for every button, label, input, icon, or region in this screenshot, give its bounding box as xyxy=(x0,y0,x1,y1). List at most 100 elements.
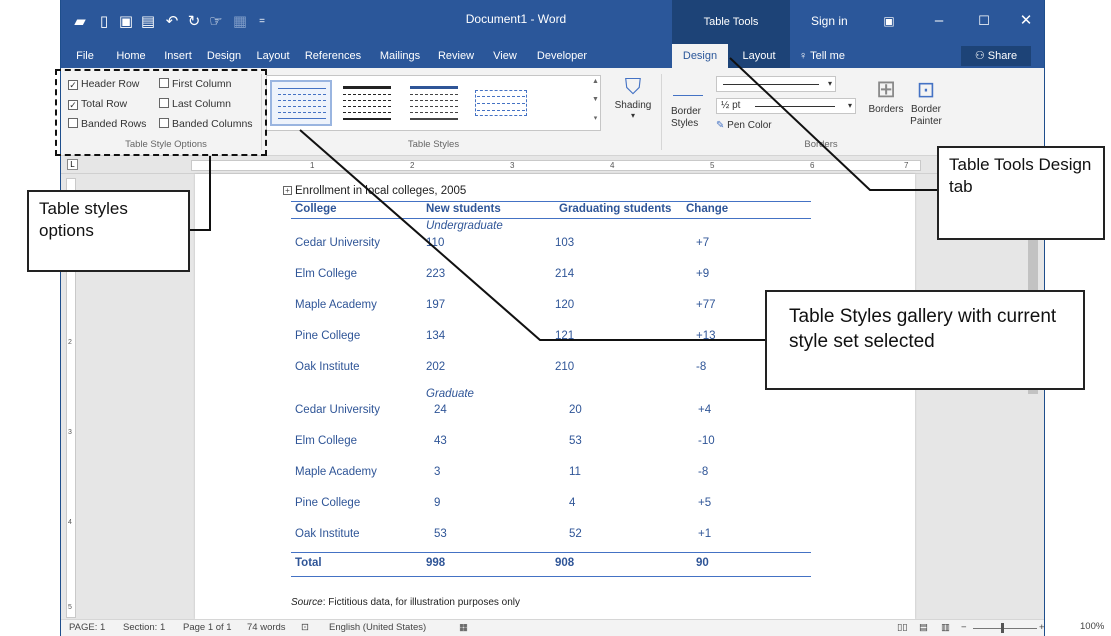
tab-developer[interactable]: Developer xyxy=(529,44,595,68)
share-button[interactable]: ⚇ Share xyxy=(961,46,1031,66)
border-styles-button[interactable]: Border Styles xyxy=(671,106,711,130)
macro-icon[interactable]: ▦ xyxy=(459,622,468,633)
horizontal-ruler[interactable]: 1 2 3 4 5 6 7 xyxy=(191,160,921,171)
ruler-number: 2 xyxy=(410,161,415,170)
number-cell: 20 xyxy=(569,404,582,416)
zoom-out-icon[interactable]: − xyxy=(961,622,967,633)
college-name-cell: Elm College xyxy=(295,435,357,447)
paint-bucket-icon: ⛉ xyxy=(624,74,642,99)
table-top-border xyxy=(291,201,811,202)
undo-icon[interactable]: ↶ xyxy=(163,13,181,31)
shading-button[interactable]: ⛉ Shading ▾ xyxy=(613,74,653,120)
zoom-level[interactable]: 100% xyxy=(1080,621,1104,632)
chevron-down-icon: ▾ xyxy=(847,101,852,110)
tab-references[interactable]: References xyxy=(299,44,367,68)
college-name-cell: Maple Academy xyxy=(295,466,377,478)
table-styles-gallery[interactable]: ▲ ▼ ▾ xyxy=(266,75,601,131)
table-style-swatch[interactable] xyxy=(471,80,533,126)
table-move-handle-icon[interactable]: + xyxy=(283,186,292,195)
tab-review[interactable]: Review xyxy=(431,44,481,68)
maximize-icon[interactable]: ☐ xyxy=(971,10,997,32)
tab-table-layout[interactable]: Layout xyxy=(732,44,786,68)
gallery-more-icon[interactable]: ▾ xyxy=(590,114,601,122)
ribbon-display-icon[interactable]: ▣ xyxy=(876,10,902,32)
number-cell: 134 xyxy=(426,330,446,342)
table-style-swatch[interactable] xyxy=(404,80,466,126)
customize-qat-icon[interactable]: = xyxy=(253,13,271,31)
vertical-scrollbar[interactable] xyxy=(1026,174,1040,619)
pen-icon: ✎ xyxy=(716,120,728,131)
tab-design[interactable]: Design xyxy=(201,44,247,68)
table-style-swatch[interactable] xyxy=(337,80,399,126)
touch-mode-icon[interactable]: ☞ xyxy=(207,13,225,31)
table-caption: Enrollment in local colleges, 2005 xyxy=(295,185,467,197)
language-indicator[interactable]: English (United States) xyxy=(329,622,426,633)
ribbon-tabs: File Home Insert Design Layout Reference… xyxy=(61,44,1044,68)
pen-color-button[interactable]: ✎ Pen Color xyxy=(716,120,772,131)
zoom-slider-thumb[interactable] xyxy=(1001,623,1004,633)
document-page[interactable]: + Enrollment in local colleges, 2005 Col… xyxy=(195,174,915,619)
tab-layout[interactable]: Layout xyxy=(251,44,295,68)
save-icon[interactable]: ▣ xyxy=(117,13,135,31)
redo-icon[interactable]: ↻ xyxy=(185,13,203,31)
gallery-up-icon[interactable]: ▲ xyxy=(590,78,601,85)
number-cell: +77 xyxy=(696,299,716,311)
section-label-undergrad: Undergraduate xyxy=(426,220,503,232)
college-name-cell: Elm College xyxy=(295,268,357,280)
tell-me-box[interactable]: ♀ Tell me xyxy=(799,44,869,68)
border-styles-icon xyxy=(673,76,703,96)
tab-home[interactable]: Home xyxy=(111,44,151,68)
lightbulb-icon: ♀ xyxy=(799,50,811,62)
vruler-number: 2 xyxy=(68,339,72,346)
proofing-icon[interactable]: ⊡ xyxy=(301,622,309,633)
gallery-down-icon[interactable]: ▼ xyxy=(590,96,601,103)
number-cell: 9 xyxy=(434,497,441,509)
folder-icon[interactable]: ▰ xyxy=(71,13,89,31)
tab-view[interactable]: View xyxy=(485,44,525,68)
line-style-sample xyxy=(723,84,819,85)
college-name-cell: Cedar University xyxy=(295,237,380,249)
new-document-icon[interactable]: ▯ xyxy=(95,13,113,31)
web-layout-icon[interactable]: ▥ xyxy=(941,622,950,633)
line-weight-dropdown[interactable]: ½ pt ▾ xyxy=(716,98,856,114)
number-cell: 110 xyxy=(426,237,445,249)
zoom-in-icon[interactable]: + xyxy=(1039,622,1044,633)
tab-insert[interactable]: Insert xyxy=(159,44,197,68)
tab-file[interactable]: File xyxy=(67,44,103,68)
table-header-cell: College xyxy=(295,203,337,215)
number-cell: 223 xyxy=(426,268,446,280)
border-painter-button[interactable]: ⊡ Border Painter xyxy=(906,76,946,128)
number-cell: 53 xyxy=(434,528,447,540)
read-mode-icon[interactable]: ▯▯ xyxy=(897,622,907,633)
college-name-cell: Cedar University xyxy=(295,404,380,416)
ruler-number: 1 xyxy=(310,161,315,170)
table-style-swatch-selected[interactable] xyxy=(270,80,332,126)
share-label: Share xyxy=(987,50,1018,62)
borders-grid-icon: ⊞ xyxy=(875,76,897,103)
print-layout-icon[interactable]: ▤ xyxy=(919,622,928,633)
tab-mailings[interactable]: Mailings xyxy=(373,44,427,68)
status-bar: PAGE: 1 Section: 1 Page 1 of 1 74 words … xyxy=(61,619,1044,636)
college-name-cell: Maple Academy xyxy=(295,299,377,311)
word-count[interactable]: 74 words xyxy=(247,622,286,633)
source-text: : Fictitious data, for illustration purp… xyxy=(322,597,521,608)
sign-in-link[interactable]: Sign in xyxy=(811,14,848,28)
zoom-slider[interactable] xyxy=(973,628,1037,629)
page-count[interactable]: Page 1 of 1 xyxy=(183,622,232,633)
line-style-dropdown[interactable]: ▾ xyxy=(716,76,836,92)
tab-table-design[interactable]: Design xyxy=(672,44,728,68)
tab-selector-icon[interactable]: L xyxy=(67,159,78,170)
title-bar: ▰ ▯ ▣ ▤ ↶ ↻ ☞ ▦ = Document1 - Word Table… xyxy=(61,0,1044,44)
minimize-icon[interactable]: – xyxy=(926,10,952,32)
number-cell: 24 xyxy=(434,404,447,416)
group-divider xyxy=(661,74,662,150)
page-indicator[interactable]: PAGE: 1 xyxy=(69,622,105,633)
paintbrush-icon: ⊡ xyxy=(916,77,936,102)
borders-button[interactable]: ⊞ Borders xyxy=(868,76,904,115)
section-indicator[interactable]: Section: 1 xyxy=(123,622,165,633)
table-icon[interactable]: ▦ xyxy=(231,13,249,31)
save-as-icon[interactable]: ▤ xyxy=(139,13,157,31)
close-icon[interactable]: ✕ xyxy=(1013,10,1039,32)
callout-gallery: Table Styles gallery with current style … xyxy=(765,290,1085,390)
number-cell: +7 xyxy=(696,237,710,249)
